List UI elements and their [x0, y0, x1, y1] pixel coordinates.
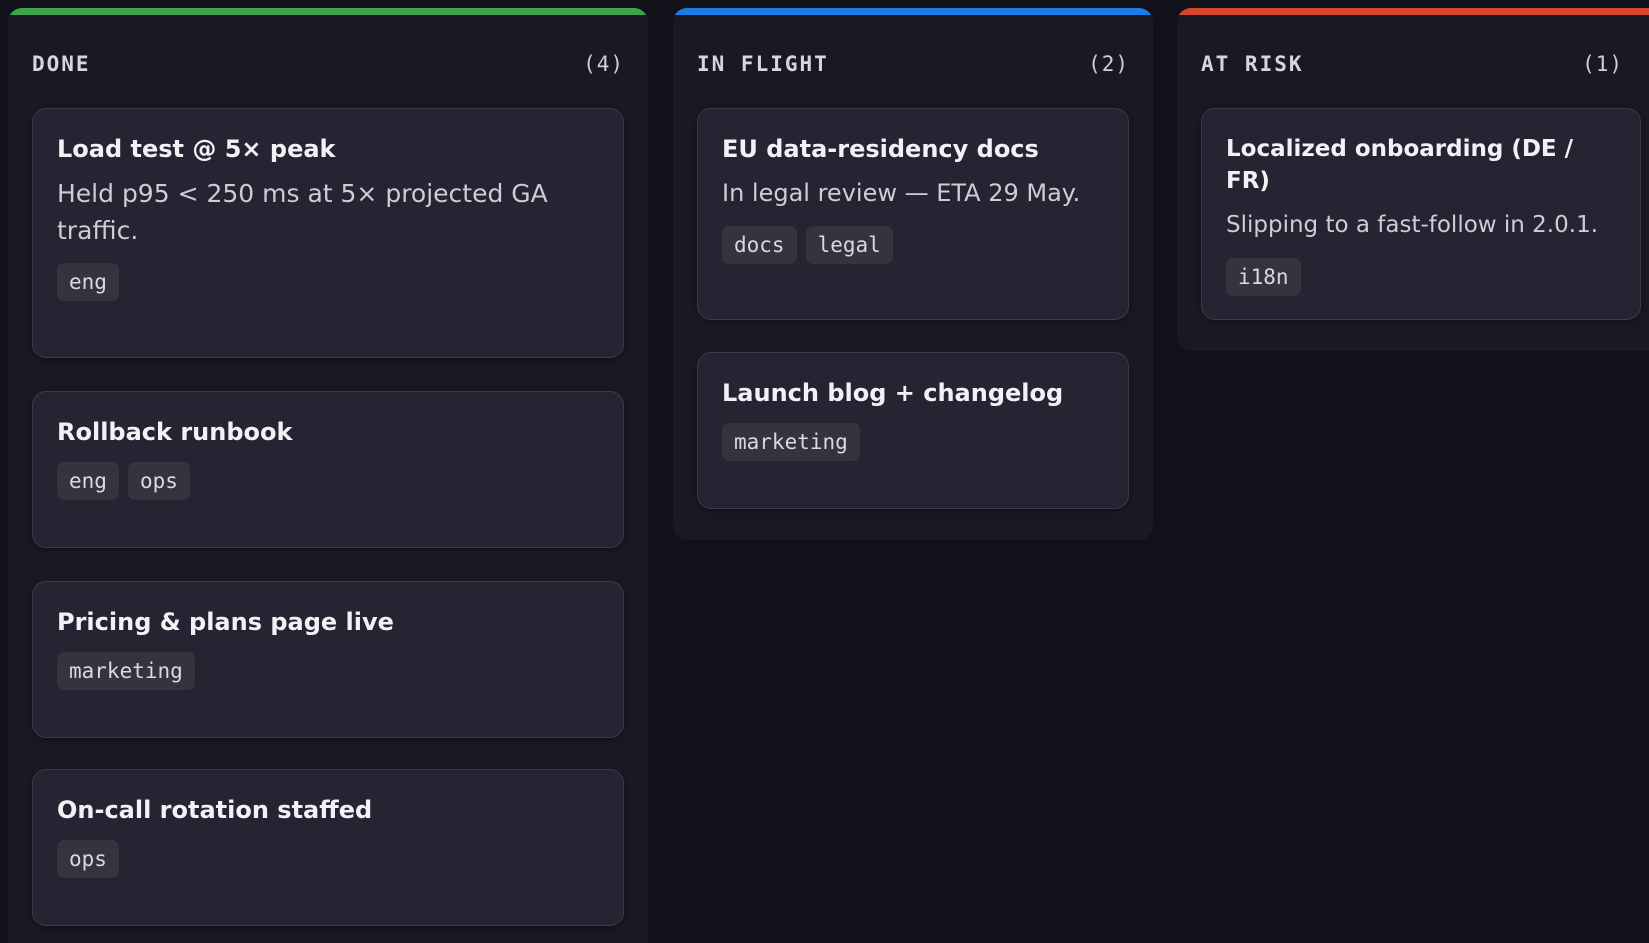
card-title: Load test @ 5× peak: [57, 135, 336, 163]
column-done: DONE (4) Load test @ 5× peak Held p95 < …: [8, 8, 648, 943]
tag[interactable]: marketing: [57, 652, 195, 690]
card-title: Rollback runbook: [57, 418, 293, 446]
card-tags: eng: [57, 263, 599, 301]
column-count: (1): [1582, 52, 1623, 76]
kanban-board: DONE (4) Load test @ 5× peak Held p95 < …: [0, 0, 1649, 943]
task-card[interactable]: EU data-residency docs In legal review —…: [697, 108, 1129, 320]
tag[interactable]: ops: [127, 462, 190, 500]
card-title: Pricing & plans page live: [57, 608, 394, 636]
column-title: AT RISK: [1201, 52, 1304, 76]
task-card[interactable]: Pricing & plans page live marketing: [32, 581, 624, 738]
card-title: Launch blog + changelog: [722, 379, 1064, 407]
column-header: AT RISK (1): [1201, 44, 1623, 84]
card-description: Held p95 < 250 ms at 5× projected GA tra…: [57, 179, 548, 245]
card-title: EU data-residency docs: [722, 135, 1039, 163]
column-in-flight: IN FLIGHT (2) EU data-residency docs In …: [673, 8, 1153, 540]
column-count: (2): [1088, 52, 1129, 76]
card-description: Slipping to a fast-follow in 2.0.1.: [1226, 212, 1599, 238]
column-header: IN FLIGHT (2): [697, 44, 1129, 84]
column-accent-bar: [8, 8, 648, 15]
card-tags: eng ops: [57, 462, 599, 500]
tag[interactable]: legal: [805, 226, 893, 264]
tag[interactable]: eng: [57, 462, 119, 500]
card-title: Localized onboarding (DE / FR): [1226, 136, 1574, 194]
tag[interactable]: eng: [57, 263, 119, 301]
column-title: IN FLIGHT: [697, 52, 829, 76]
task-card[interactable]: Localized onboarding (DE / FR) Slipping …: [1201, 108, 1641, 320]
task-card[interactable]: Launch blog + changelog marketing: [697, 352, 1129, 509]
task-card[interactable]: On-call rotation staffed ops: [32, 769, 624, 926]
card-tags: docs legal: [722, 226, 1104, 264]
task-card[interactable]: Rollback runbook eng ops: [32, 391, 624, 548]
tag[interactable]: docs: [722, 226, 797, 264]
card-tags: marketing: [722, 423, 1104, 461]
column-at-risk: AT RISK (1) Localized onboarding (DE / F…: [1177, 8, 1649, 351]
column-count: (4): [583, 52, 624, 76]
card-description: In legal review — ETA 29 May.: [722, 179, 1081, 207]
column-accent-bar: [673, 8, 1153, 15]
column-accent-bar: [1177, 8, 1649, 15]
tag[interactable]: marketing: [722, 423, 860, 461]
column-header: DONE (4): [32, 44, 624, 84]
tag[interactable]: ops: [57, 840, 119, 878]
card-title: On-call rotation staffed: [57, 796, 373, 824]
card-tags: ops: [57, 840, 599, 878]
card-tags: i18n: [1226, 258, 1616, 296]
task-card[interactable]: Load test @ 5× peak Held p95 < 250 ms at…: [32, 108, 624, 358]
column-title: DONE: [32, 52, 91, 76]
tag[interactable]: i18n: [1226, 258, 1301, 296]
card-tags: marketing: [57, 652, 599, 690]
